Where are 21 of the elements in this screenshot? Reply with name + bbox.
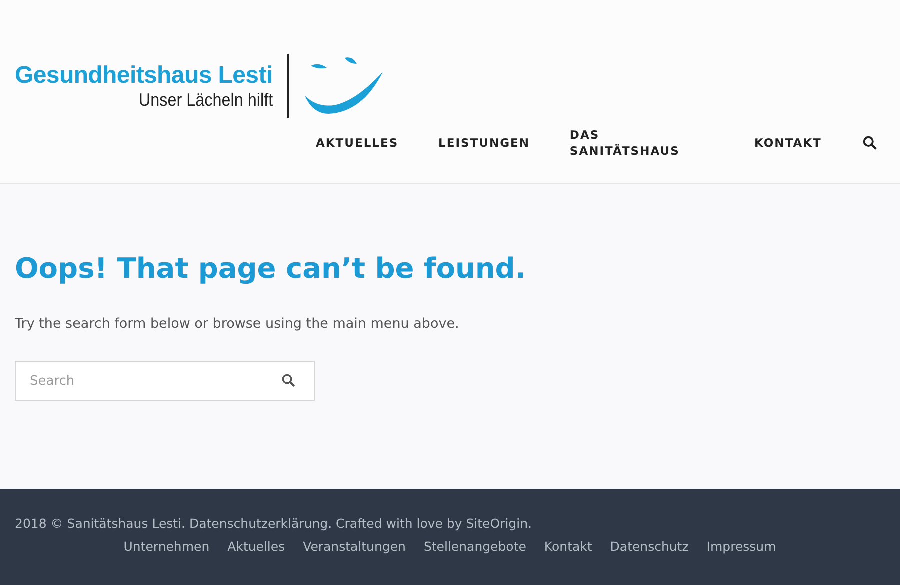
page-message: Try the search form below or browse using the main menu above. [15,316,460,332]
footer-credit: 2018 © Sanitätshaus Lesti. Datenschutzerklärung. Crafted with love by SiteOrigin. [15,516,533,531]
footer-menu-link[interactable]: Impressum [706,539,776,554]
footer-menu-link[interactable]: Stellenangebote [424,539,526,554]
logo-tagline: Unser Lächeln hilft [138,90,273,110]
footer-menu-link[interactable]: Aktuelles [228,539,286,554]
nav-link[interactable]: LEISTUNGEN [438,135,570,151]
page-title: Oops! That page can’t be found. [15,252,527,285]
footer-menu-link[interactable]: Veranstaltungen [303,539,406,554]
search-icon[interactable] [863,136,877,150]
nav-link[interactable]: KONTAKT [754,135,864,151]
search-icon[interactable] [282,374,295,387]
nav-link[interactable]: AKTUELLES [316,135,439,151]
footer-menu-link[interactable]: Unternehmen [124,539,210,554]
smile-icon [302,56,385,116]
logo-name: Gesundheitshaus Lesti [15,62,273,90]
footer-menu-link[interactable]: Datenschutz [610,539,689,554]
logo-divider [286,54,289,118]
nav-link[interactable]: DAS SANITÄTSHAUS [570,127,688,159]
footer-menu-link[interactable]: Kontakt [544,539,592,554]
search-field[interactable]: Search [15,361,315,401]
